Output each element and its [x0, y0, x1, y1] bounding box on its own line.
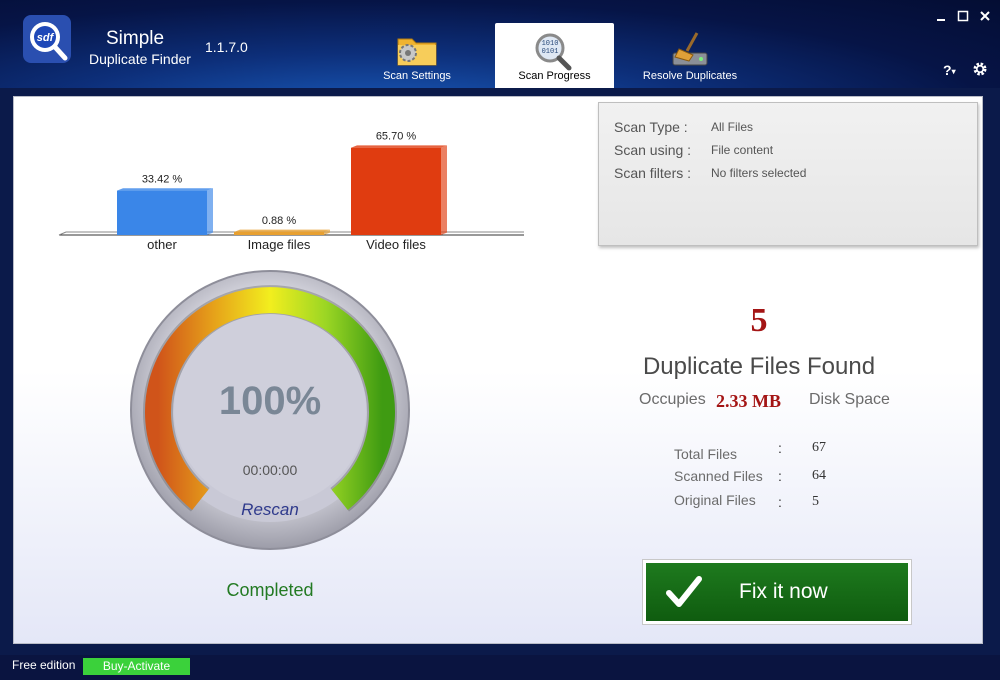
fix-button-label: Fix it now	[739, 580, 828, 603]
help-label: ?	[943, 62, 952, 78]
chevron-down-icon: ▾	[951, 66, 956, 76]
status-bar: Free edition Buy-Activate	[0, 655, 1000, 680]
binary-magnifier-icon: 1010 0101	[535, 33, 571, 71]
close-icon[interactable]	[979, 10, 991, 22]
bar-top	[117, 188, 213, 191]
occupies-label: Occupies	[639, 391, 706, 408]
tab-resolve-duplicates[interactable]: Resolve Duplicates	[630, 23, 750, 88]
buy-activate-button[interactable]: Buy-Activate	[83, 658, 190, 675]
original-files-value: 5	[812, 494, 819, 509]
scan-type-label: Scan Type :	[614, 119, 688, 135]
scan-filters-label: Scan filters :	[614, 165, 692, 181]
scan-info-box: Scan Type : All Files Scan using : File …	[598, 102, 978, 246]
file-type-bar-chart: 33.42 % other 0.88 % Image files 65.70 % Vide…	[58, 131, 524, 252]
title-bar: sdf Simple Duplicate Finder 1.1.7.0 Scan…	[0, 0, 1000, 88]
bar-value-label: 0.88 %	[262, 215, 296, 227]
drive-broom-icon	[672, 32, 708, 66]
edition-label: Free edition	[12, 658, 76, 672]
bar-value-label: 65.70 %	[376, 131, 417, 143]
bar-category-label: Image files	[248, 237, 311, 252]
scan-status: Completed	[226, 580, 314, 600]
scan-using-label: Scan using :	[614, 142, 692, 158]
gear-icon	[973, 62, 987, 76]
progress-percent: 100%	[218, 379, 322, 423]
bar-top	[234, 229, 330, 232]
bar-category-label: Video files	[366, 237, 426, 252]
bar-value-label: 33.42 %	[142, 174, 183, 186]
app-version: 1.1.7.0	[205, 39, 248, 55]
svg-text:1010: 1010	[541, 40, 558, 48]
bar-top	[351, 145, 447, 148]
stat-colon: :	[778, 468, 782, 484]
tab-scan-settings[interactable]: Scan Settings	[358, 23, 476, 88]
stat-colon: :	[778, 440, 782, 456]
content-area: 33.42 % other 0.88 % Image files 65.70 % Vide…	[0, 88, 1000, 655]
elapsed-timer: 00:00:00	[242, 462, 298, 478]
bar-image-files	[234, 232, 324, 235]
scanned-files-label: Scanned Files	[674, 468, 763, 484]
scan-filters-value: No filters selected	[711, 166, 807, 180]
total-files-label: Total Files	[674, 446, 738, 462]
tab-scan-settings-label: Scan Settings	[383, 70, 451, 82]
bar-side	[441, 145, 447, 235]
fix-button-face: Fix it now	[646, 563, 908, 621]
bar-category-label: other	[147, 237, 177, 252]
stat-colon: :	[778, 494, 782, 510]
minimize-icon[interactable]	[935, 10, 947, 22]
help-button[interactable]: ?▾	[943, 62, 956, 78]
bar-side	[207, 188, 213, 235]
fix-it-now-button[interactable]: Fix it now	[642, 559, 912, 625]
app-logo-icon: sdf	[23, 15, 71, 63]
app-subtitle: Duplicate Finder	[89, 51, 191, 67]
bar-video-files	[351, 147, 441, 235]
scan-type-value: All Files	[711, 120, 754, 134]
scan-progress-panel: 33.42 % other 0.88 % Image files 65.70 % Vide…	[13, 96, 983, 644]
tab-scan-progress[interactable]: 1010 0101 Scan Progress	[495, 23, 614, 88]
rescan-button[interactable]: Rescan	[129, 500, 411, 520]
settings-button[interactable]	[972, 61, 988, 80]
svg-text:sdf: sdf	[37, 32, 55, 44]
bar-other	[117, 190, 207, 235]
svg-text:0101: 0101	[541, 48, 558, 56]
duplicate-count: 5	[750, 302, 768, 339]
tab-resolve-duplicates-label: Resolve Duplicates	[642, 70, 738, 82]
maximize-icon[interactable]	[957, 10, 969, 22]
checkmark-icon	[666, 576, 702, 607]
occupies-value: 2.33 MB	[716, 391, 781, 411]
duplicate-title: Duplicate Files Found	[642, 353, 876, 380]
original-files-label: Original Files	[674, 492, 756, 508]
folder-gear-icon	[397, 38, 437, 66]
occupies-suffix: Disk Space	[809, 391, 890, 408]
app-name: Simple	[106, 28, 165, 49]
total-files-value: 67	[812, 440, 826, 455]
tab-scan-progress-label: Scan Progress	[518, 70, 591, 82]
scan-using-value: File content	[711, 143, 774, 157]
scanned-files-value: 64	[812, 468, 826, 483]
